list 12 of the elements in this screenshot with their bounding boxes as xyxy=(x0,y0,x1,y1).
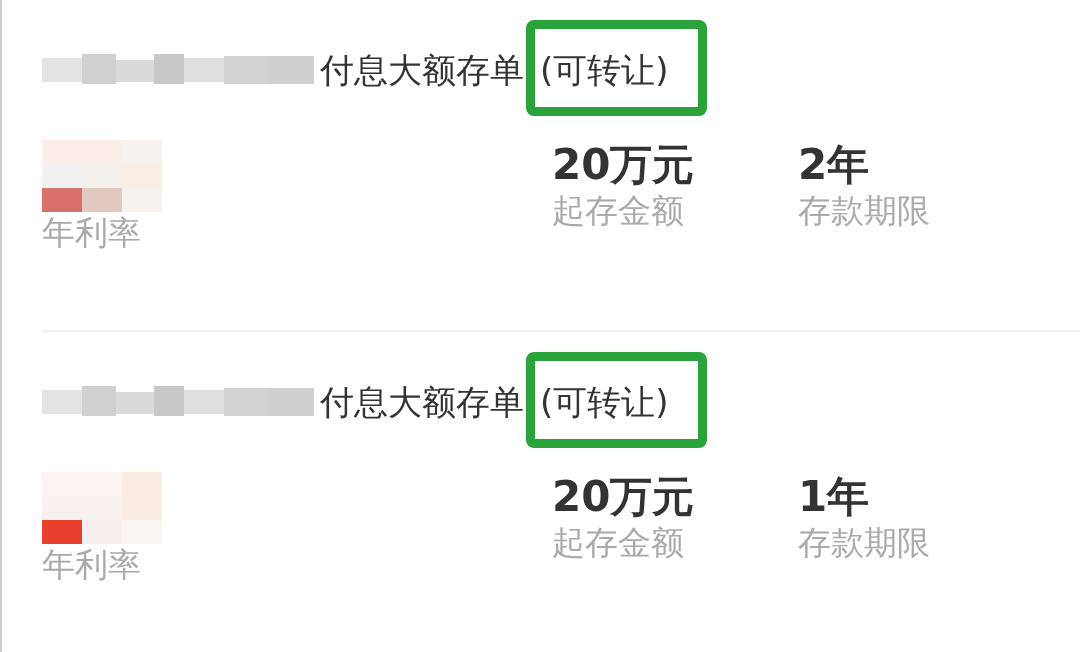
product-title: 付息大额存单 (可转让) xyxy=(320,376,669,428)
stat-label: 年利率 xyxy=(42,544,142,586)
stat-label: 起存金额 xyxy=(552,190,685,233)
stat-value: 20万元 xyxy=(552,472,696,523)
stat-label: 存款期限 xyxy=(798,522,931,565)
stat-value: 20万元 xyxy=(552,140,696,191)
stat-label: 起存金额 xyxy=(552,522,685,565)
stat-label: 年利率 xyxy=(42,212,142,254)
stat-label: 存款期限 xyxy=(798,190,931,233)
stat-value: 1年 xyxy=(798,472,871,523)
product-title: 付息大额存单 (可转让) xyxy=(320,44,669,96)
stat-value: 2年 xyxy=(798,140,871,191)
